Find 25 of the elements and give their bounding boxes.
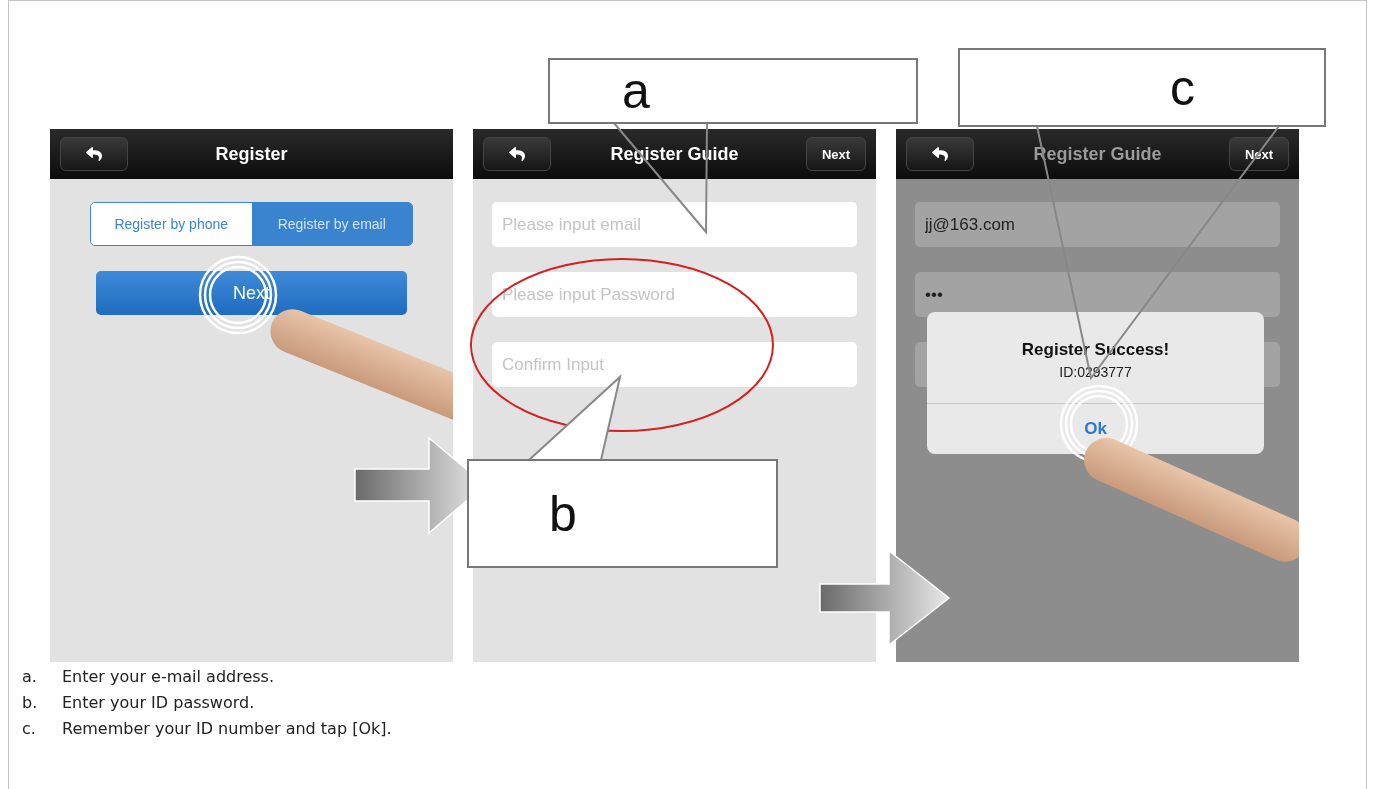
input-field[interactable]: Please input email: [492, 202, 857, 247]
dialog-title: Register Success!: [1021, 340, 1170, 360]
step-text: Enter your ID password.: [62, 693, 255, 712]
tap-rings-icon: [198, 255, 278, 335]
input-field[interactable]: Please input Password: [492, 272, 857, 317]
next-button[interactable]: Next: [806, 137, 866, 171]
back-button[interactable]: [906, 137, 974, 171]
segment-tab[interactable]: Register by phone: [91, 203, 252, 245]
step-marker: c.: [22, 719, 37, 738]
screen-title: Register Guide: [610, 143, 739, 165]
dialog-message: ID:0293777: [1059, 364, 1132, 380]
step-text: Remember your ID number and tap [Ok].: [62, 719, 392, 738]
back-icon: [86, 146, 102, 162]
callout-label: a: [548, 58, 918, 124]
input-field[interactable]: jj@163.com: [915, 202, 1280, 247]
callout-label: c: [958, 48, 1326, 127]
step-marker: a.: [22, 667, 38, 686]
back-icon: [932, 146, 948, 162]
back-icon: [509, 146, 525, 162]
screen-title: Register: [215, 143, 288, 165]
next-button[interactable]: Next: [1229, 137, 1289, 171]
step-marker: b.: [22, 693, 39, 712]
back-button[interactable]: [60, 137, 128, 171]
back-button[interactable]: [483, 137, 551, 171]
step-text: Enter your e-mail address.: [62, 667, 275, 686]
